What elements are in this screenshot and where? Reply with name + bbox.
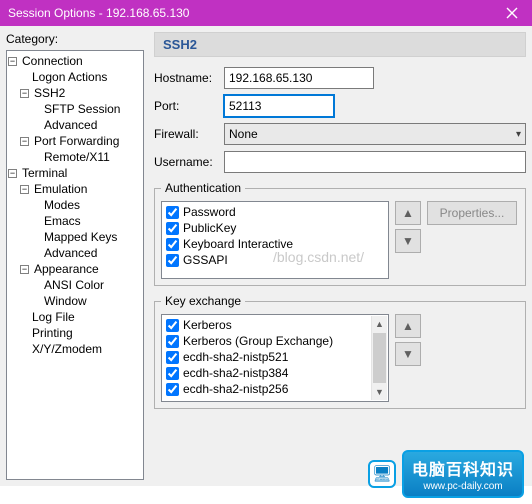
key-exchange-group: Key exchange Kerberos Kerberos (Group Ex… (154, 294, 526, 409)
username-input[interactable] (224, 151, 526, 173)
tree-emulation[interactable]: Emulation (32, 182, 89, 196)
titlebar: Session Options - 192.168.65.130 (0, 0, 532, 26)
kex-checkbox[interactable] (166, 351, 179, 364)
list-item: ecdh-sha2-nistp384 (166, 365, 384, 381)
kex-checkbox[interactable] (166, 335, 179, 348)
kex-label: ecdh-sha2-nistp521 (183, 350, 288, 364)
tree-advanced[interactable]: Advanced (42, 118, 99, 132)
list-item: Keyboard Interactive (166, 236, 384, 252)
port-label: Port: (154, 99, 224, 113)
watermark-badge: 🖥 电脑百科知识 www.pc-daily.com (368, 450, 524, 498)
expand-icon[interactable]: − (20, 89, 29, 98)
close-icon (506, 7, 518, 19)
panel-heading: SSH2 (154, 32, 526, 57)
auth-gssapi-label: GSSAPI (183, 253, 228, 267)
scroll-thumb[interactable] (373, 333, 386, 383)
tree-connection[interactable]: Connection (20, 54, 85, 68)
auth-kbdint-label: Keyboard Interactive (183, 237, 293, 251)
kex-label: ecdh-sha2-nistp256 (183, 382, 288, 396)
chevron-down-icon: ▾ (516, 129, 521, 140)
list-item: PublicKey (166, 220, 384, 236)
auth-publickey-checkbox[interactable] (166, 222, 179, 235)
expand-icon[interactable]: − (8, 57, 17, 66)
hostname-label: Hostname: (154, 71, 224, 85)
tree-ansi-color[interactable]: ANSI Color (42, 278, 106, 292)
expand-icon[interactable]: − (20, 137, 29, 146)
list-item: GSSAPI (166, 252, 384, 268)
kex-checkbox[interactable] (166, 383, 179, 396)
authentication-list[interactable]: Password PublicKey Keyboard Interactive … (161, 201, 389, 279)
kex-checkbox[interactable] (166, 319, 179, 332)
key-exchange-legend: Key exchange (161, 294, 245, 308)
list-item: Kerberos (166, 317, 384, 333)
kex-checkbox[interactable] (166, 367, 179, 380)
tree-port-forwarding[interactable]: Port Forwarding (32, 134, 121, 148)
scroll-down-icon[interactable]: ▼ (372, 384, 387, 400)
badge-box: 电脑百科知识 www.pc-daily.com (402, 450, 524, 498)
auth-kbdint-checkbox[interactable] (166, 238, 179, 251)
move-down-button[interactable]: ▼ (395, 229, 421, 253)
category-label: Category: (6, 32, 144, 46)
tree-advanced-2[interactable]: Advanced (42, 246, 99, 260)
triangle-down-icon: ▼ (402, 347, 414, 361)
expand-icon[interactable]: − (8, 169, 17, 178)
monitor-icon: 🖥 (368, 460, 396, 488)
window-title: Session Options - 192.168.65.130 (8, 6, 189, 20)
badge-url: www.pc-daily.com (423, 481, 502, 492)
authentication-group: Authentication Password PublicKey Keyboa… (154, 181, 526, 286)
auth-gssapi-checkbox[interactable] (166, 254, 179, 267)
kex-label: Kerberos (Group Exchange) (183, 334, 333, 348)
expand-icon[interactable]: − (20, 185, 29, 194)
kex-label: ecdh-sha2-nistp384 (183, 366, 288, 380)
expand-icon[interactable]: − (20, 265, 29, 274)
tree-xyzmodem[interactable]: X/Y/Zmodem (30, 342, 104, 356)
firewall-label: Firewall: (154, 127, 224, 141)
tree-modes[interactable]: Modes (42, 198, 82, 212)
tree-printing[interactable]: Printing (30, 326, 75, 340)
auth-password-label: Password (183, 205, 236, 219)
properties-button[interactable]: Properties... (427, 201, 517, 225)
triangle-down-icon: ▼ (402, 234, 414, 248)
port-input[interactable] (224, 95, 334, 117)
firewall-value: None (229, 127, 258, 141)
move-up-button[interactable]: ▲ (395, 201, 421, 225)
category-tree[interactable]: −Connection Logon Actions −SSH2 SFTP Ses… (6, 50, 144, 480)
tree-mapped-keys[interactable]: Mapped Keys (42, 230, 119, 244)
authentication-legend: Authentication (161, 181, 245, 195)
tree-log-file[interactable]: Log File (30, 310, 77, 324)
tree-appearance[interactable]: Appearance (32, 262, 101, 276)
auth-password-checkbox[interactable] (166, 206, 179, 219)
triangle-up-icon: ▲ (402, 206, 414, 220)
tree-logon-actions[interactable]: Logon Actions (30, 70, 109, 84)
firewall-select[interactable]: None ▾ (224, 123, 526, 145)
tree-window[interactable]: Window (42, 294, 89, 308)
tree-ssh2[interactable]: SSH2 (32, 86, 67, 100)
tree-emacs[interactable]: Emacs (42, 214, 83, 228)
kex-label: Kerberos (183, 318, 232, 332)
properties-button-label: Properties... (440, 206, 505, 220)
tree-terminal[interactable]: Terminal (20, 166, 69, 180)
scrollbar[interactable]: ▲ ▼ (371, 316, 387, 400)
tree-sftp-session[interactable]: SFTP Session (42, 102, 122, 116)
move-up-button[interactable]: ▲ (395, 314, 421, 338)
auth-publickey-label: PublicKey (183, 221, 236, 235)
list-item: ecdh-sha2-nistp521 (166, 349, 384, 365)
tree-remote-x11[interactable]: Remote/X11 (42, 150, 112, 164)
badge-title: 电脑百科知识 (412, 456, 514, 480)
username-label: Username: (154, 155, 224, 169)
scroll-up-icon[interactable]: ▲ (372, 316, 387, 332)
list-item: ecdh-sha2-nistp256 (166, 381, 384, 397)
close-button[interactable] (492, 0, 532, 26)
list-item: Kerberos (Group Exchange) (166, 333, 384, 349)
triangle-up-icon: ▲ (402, 319, 414, 333)
key-exchange-list[interactable]: Kerberos Kerberos (Group Exchange) ecdh-… (161, 314, 389, 402)
hostname-input[interactable] (224, 67, 374, 89)
move-down-button[interactable]: ▼ (395, 342, 421, 366)
list-item: Password (166, 204, 384, 220)
